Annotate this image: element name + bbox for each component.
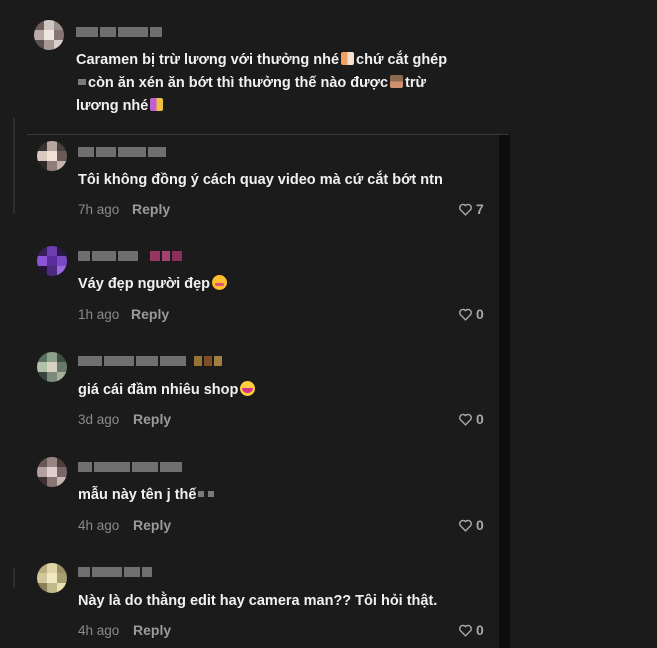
pixelated-emoji	[150, 98, 164, 111]
avatar[interactable]	[37, 141, 67, 171]
comment-text: mẫu này tên j thế	[78, 484, 216, 507]
heart-outline-icon	[459, 203, 472, 216]
comment-text: Này là do thằng edit hay camera man?? Tô…	[78, 593, 438, 609]
avatar[interactable]	[37, 563, 67, 593]
comment-time: 7h ago	[78, 202, 120, 217]
avatar[interactable]	[37, 352, 67, 382]
avatar[interactable]	[37, 457, 67, 487]
like-count: 0	[476, 306, 484, 322]
pixelated-emoji	[390, 75, 404, 88]
like-count: 0	[476, 622, 484, 638]
divider	[27, 134, 508, 135]
comment-time: 3d ago	[78, 412, 120, 427]
username[interactable]	[78, 566, 152, 578]
thread-line	[13, 568, 15, 588]
heart-outline-icon	[459, 308, 472, 321]
thread-line	[13, 118, 15, 214]
username[interactable]	[76, 26, 162, 38]
pixelated-emoji	[341, 52, 355, 65]
scrollbar-track[interactable]	[499, 135, 510, 648]
reply-button[interactable]: Reply	[131, 306, 169, 322]
comment-text: Tôi không đồng ý cách quay video mà cứ c…	[78, 172, 443, 188]
reply-button[interactable]: Reply	[132, 201, 170, 217]
avatar[interactable]	[37, 246, 67, 276]
like-button[interactable]: 0	[458, 622, 484, 638]
like-button[interactable]: 0	[458, 517, 484, 533]
heart-outline-icon	[459, 519, 472, 532]
comment-time: 4h ago	[78, 518, 120, 533]
reply-button[interactable]: Reply	[133, 517, 171, 533]
comment-text: giá cái đầm nhiêu shop	[78, 379, 256, 402]
grinning-emoji	[240, 381, 256, 396]
comment-time: 1h ago	[78, 307, 120, 322]
comment-time: 4h ago	[78, 623, 120, 638]
username[interactable]	[78, 355, 222, 367]
username[interactable]	[78, 146, 166, 158]
like-count: 7	[476, 201, 484, 217]
like-button[interactable]: 0	[458, 306, 484, 322]
heart-eyes-emoji	[212, 275, 227, 290]
username[interactable]	[78, 250, 182, 262]
like-button[interactable]: 7	[458, 201, 484, 217]
avatar[interactable]	[34, 20, 64, 50]
comments-panel: Caramen bị trừ lương với thưởng nhé chứ c…	[0, 0, 657, 648]
like-button[interactable]: 0	[458, 411, 484, 427]
pixelated-emoji	[78, 79, 86, 85]
comment-text: Caramen bị trừ lương với thưởng nhé chứ c…	[76, 52, 448, 114]
heart-outline-icon	[459, 624, 472, 637]
comment-text: Váy đẹp người đẹp	[78, 273, 227, 296]
pixelated-emoji	[208, 491, 215, 497]
pixelated-emoji	[198, 491, 205, 497]
like-count: 0	[476, 411, 484, 427]
username[interactable]	[78, 461, 182, 473]
like-count: 0	[476, 517, 484, 533]
heart-outline-icon	[459, 413, 472, 426]
reply-button[interactable]: Reply	[133, 411, 171, 427]
reply-button[interactable]: Reply	[133, 622, 171, 638]
